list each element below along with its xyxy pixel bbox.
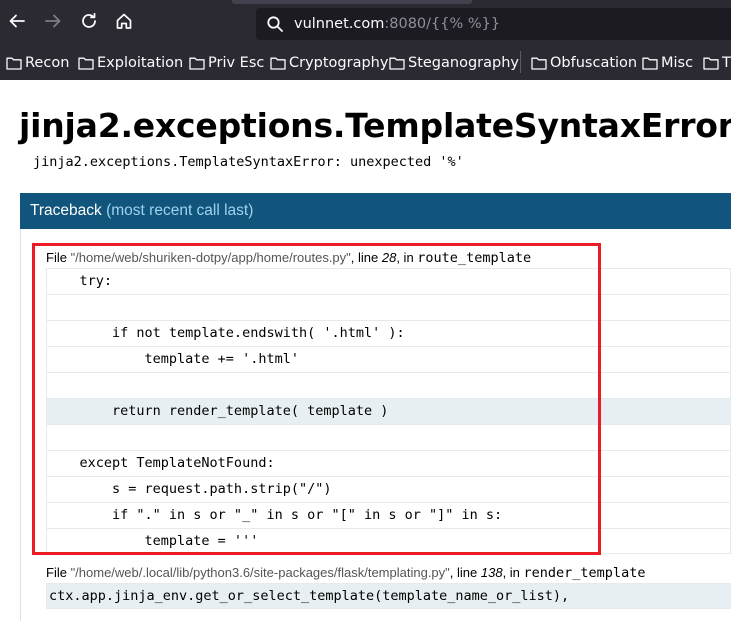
in-label: , in [502,565,524,580]
frame-function: render_template [523,565,646,581]
bookmarks-toolbar: Recon Exploitation Priv Esc Cryptography… [0,49,731,77]
frame-lineno: 138 [480,565,503,580]
bookmark-label: Misc [661,55,694,71]
bookmark-label: Priv Esc [208,55,265,71]
traceback-note: (most recent call last) [106,202,254,219]
folder-icon [78,57,94,70]
folder-icon [189,57,205,70]
bookmark-folder-misc[interactable]: Misc [642,52,693,74]
frame-filename[interactable]: "/home/web/.local/lib/python3.6/site-pac… [71,565,450,580]
arrow-left-icon [9,14,25,28]
red-annotation-box [32,243,601,555]
url-host: vulnnet.com [294,16,385,32]
bookmark-label: T [722,55,731,71]
frame-header: File "/home/web/.local/lib/python3.6/sit… [46,565,645,581]
bookmark-folder-t[interactable]: T [703,52,731,74]
bookmark-label: Recon [25,55,70,71]
folder-icon [6,57,22,70]
traceback-header: Traceback (most recent call last) [20,193,731,229]
bookmark-folder-cryptography[interactable]: Cryptography [270,52,388,74]
browser-chrome: vulnnet.com:8080/{{% %}} Recon Exploitat… [0,0,731,80]
back-button[interactable] [6,10,28,32]
code-text: ctx.app.jinja_env.get_or_select_template… [49,588,570,604]
folder-icon [270,57,286,70]
search-icon [267,16,283,32]
bookmarks-separator [520,51,521,73]
navigation-bar: vulnnet.com:8080/{{% %}} [0,0,731,49]
bookmark-folder-steganography[interactable]: Steganography [389,52,519,74]
folder-icon [703,57,719,70]
page-title: jinja2.exceptions.TemplateSyntaxError [19,106,731,145]
bookmark-label: Exploitation [97,55,184,71]
arrow-right-icon [45,14,61,28]
bookmark-folder-recon[interactable]: Recon [6,52,69,74]
file-prefix: File [46,565,71,580]
forward-button[interactable] [42,10,64,32]
folder-icon [642,57,658,70]
bookmark-folder-exploitation[interactable]: Exploitation [78,52,183,74]
url-port: :8080/ [384,16,432,32]
line-label: , line [449,565,481,580]
bookmark-folder-obfuscation[interactable]: Obfuscation [531,52,637,74]
home-icon [116,13,132,29]
code-line-current: ctx.app.jinja_env.get_or_select_template… [46,583,731,609]
error-message: jinja2.exceptions.TemplateSyntaxError: u… [33,154,464,170]
home-button[interactable] [113,10,135,32]
source-code-block[interactable]: ctx.app.jinja_env.get_or_select_template… [46,583,731,609]
folder-icon [389,57,405,70]
folder-icon [531,57,547,70]
reload-button[interactable] [78,10,100,32]
url-path: {{% %}} [431,16,501,32]
url-text[interactable]: vulnnet.com:8080/{{% %}} [294,15,500,33]
bookmark-folder-priv-esc[interactable]: Priv Esc [189,52,264,74]
reload-icon [82,12,96,28]
bookmark-label: Cryptography [289,55,389,71]
bookmark-label: Steganography [408,55,519,71]
bookmark-label: Obfuscation [550,55,638,71]
traceback-label: Traceback [30,202,102,219]
